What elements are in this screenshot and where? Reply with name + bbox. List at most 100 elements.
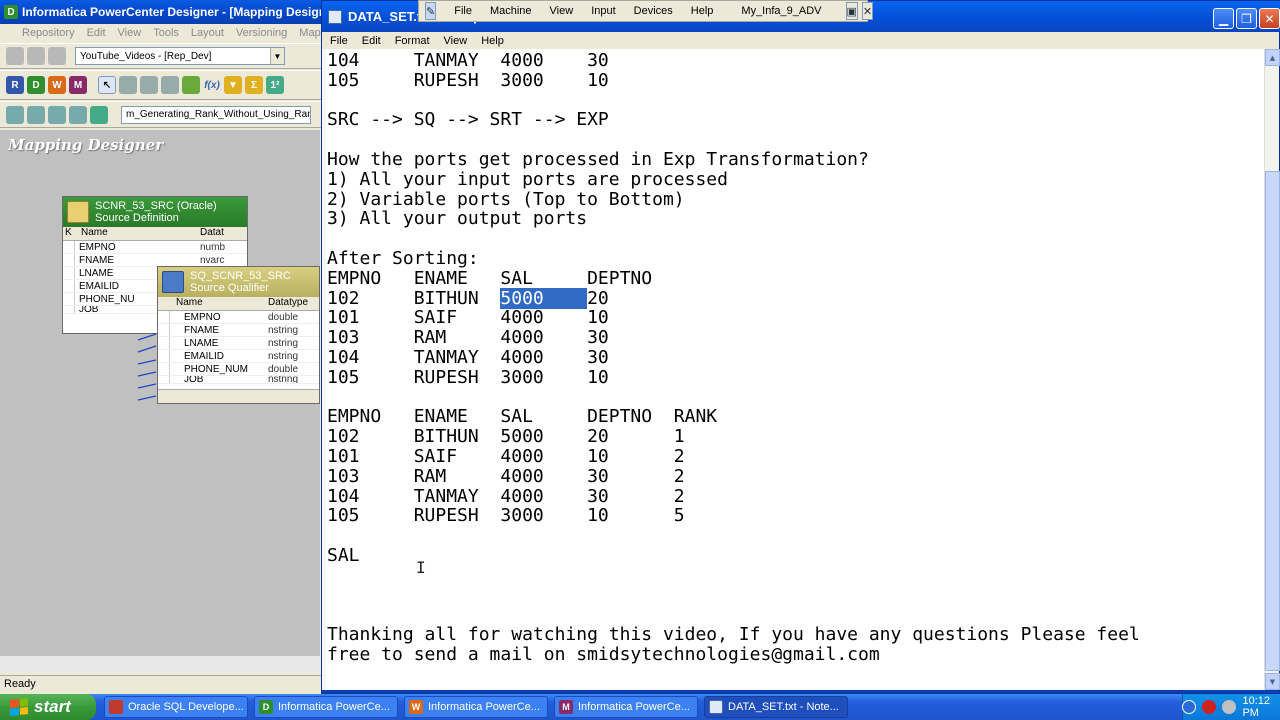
back-arrow-icon[interactable] xyxy=(1182,700,1197,714)
zoom-icon[interactable] xyxy=(69,105,87,124)
source-definition-colheader: K Name Datat xyxy=(63,227,247,241)
disconnect-icon[interactable] xyxy=(27,47,45,65)
chevron-down-icon[interactable]: ▼ xyxy=(270,48,284,64)
close-button[interactable]: ✕ xyxy=(1259,8,1280,29)
table-row[interactable]: JOB nstring xyxy=(158,376,319,384)
pin-icon[interactable]: ✎ xyxy=(425,2,437,20)
notepad-menubar: File Edit Format View Help xyxy=(322,32,1279,49)
sq-horizontal-scrollbar[interactable] xyxy=(158,389,319,403)
vm-close-icon[interactable]: ✕ xyxy=(861,2,874,20)
table-row[interactable]: FNAME nstring xyxy=(158,324,319,337)
menu-view[interactable]: View xyxy=(118,27,142,39)
text-before-selection: 104 TANMAY 4000 30 105 RUPESH 3000 10 SR… xyxy=(327,50,869,309)
task-informatica-monitor[interactable]: M Informatica PowerCe... xyxy=(554,696,698,718)
vm-menu-view[interactable]: View xyxy=(550,5,574,17)
task-oracle-sql-developer[interactable]: Oracle SQL Develope... xyxy=(104,696,248,718)
mapping-combo[interactable]: m_Generating_Rank_Without_Using_Rank xyxy=(121,105,311,124)
vm-menu-devices[interactable]: Devices xyxy=(634,5,673,17)
notepad-content: 104 TANMAY 4000 30 105 RUPESH 3000 10 SR… xyxy=(327,51,1140,665)
connect-icon[interactable] xyxy=(6,47,24,65)
designer-icon: D xyxy=(259,700,273,714)
rank-icon[interactable]: 1² xyxy=(266,76,284,94)
notepad-vertical-scrollbar[interactable]: ▲ ▼ xyxy=(1264,49,1280,690)
copy-icon[interactable] xyxy=(140,76,158,94)
menu-repository[interactable]: Repository xyxy=(22,27,75,39)
task-notepad[interactable]: DATA_SET.txt - Note... xyxy=(704,696,848,718)
col-name: Name xyxy=(81,227,108,238)
arrange-icon[interactable] xyxy=(27,105,45,124)
port-links xyxy=(137,333,157,401)
vm-restore-icon[interactable]: ▣ xyxy=(845,2,858,20)
workspace-horizontal-scrollbar[interactable] xyxy=(0,655,320,672)
col-datatype: Datatype xyxy=(268,297,309,308)
aggregator-icon[interactable]: Σ xyxy=(245,76,263,94)
maximize-button[interactable]: ❐ xyxy=(1236,8,1257,29)
task-informatica-designer[interactable]: D Informatica PowerCe... xyxy=(254,696,398,718)
source-qualifier-subtitle: Source Qualifier xyxy=(190,282,269,294)
volume-icon[interactable] xyxy=(1222,700,1237,714)
vm-menu-machine[interactable]: Machine xyxy=(490,5,532,17)
infa-toolbar-2: R D W M ↖ f(x) ▼ Σ 1² xyxy=(0,70,322,100)
infa-toolbar-1: YouTube_Videos - [Rep_Dev] ▼ xyxy=(0,43,322,69)
menu-layout[interactable]: Layout xyxy=(191,27,224,39)
expression-icon[interactable]: f(x) xyxy=(203,76,221,94)
mapping-workspace[interactable]: Mapping Designer SCNR_53_SRC (Oracle) So… xyxy=(0,130,320,655)
source-definition-header[interactable]: SCNR_53_SRC (Oracle) Source Definition xyxy=(63,197,247,227)
overview-icon[interactable] xyxy=(90,105,108,124)
table-row[interactable]: LNAME nstring xyxy=(158,337,319,350)
notepad-text-area[interactable]: 104 TANMAY 4000 30 105 RUPESH 3000 10 SR… xyxy=(322,49,1264,690)
menu-view[interactable]: View xyxy=(444,35,468,47)
table-row[interactable]: EMPNO numb xyxy=(63,241,247,254)
col-key: K xyxy=(65,227,72,238)
pointer-icon[interactable]: ↖ xyxy=(98,76,116,94)
repository-manager-icon[interactable]: R xyxy=(6,76,24,94)
minimize-button[interactable]: ▁ xyxy=(1213,8,1234,29)
informatica-titlebar[interactable]: D Informatica PowerCenter Designer - [Ma… xyxy=(0,0,322,24)
source-qualifier-icon[interactable] xyxy=(182,76,200,94)
table-row[interactable]: EMPNO double xyxy=(158,311,319,324)
source-qualifier-header[interactable]: SQ_SCNR_53_SRC Source Qualifier xyxy=(158,267,319,297)
workflow-manager-icon[interactable]: W xyxy=(48,76,66,94)
menu-format[interactable]: Format xyxy=(395,35,430,47)
menu-versioning[interactable]: Versioning xyxy=(236,27,287,39)
validate-icon[interactable] xyxy=(48,105,66,124)
workflow-monitor-icon[interactable]: M xyxy=(69,76,87,94)
security-icon[interactable] xyxy=(1202,700,1217,714)
start-label: start xyxy=(34,697,71,716)
scroll-up-icon[interactable]: ▲ xyxy=(1265,49,1280,66)
text-after-selection: 20 101 SAIF 4000 10 103 RAM 4000 30 104 … xyxy=(327,287,1140,665)
menu-mappings[interactable]: Mappings xyxy=(299,27,322,39)
source-qualifier-name: SQ_SCNR_53_SRC xyxy=(190,270,291,282)
task-informatica-workflow[interactable]: W Informatica PowerCe... xyxy=(404,696,548,718)
folder-combo[interactable]: YouTube_Videos - [Rep_Dev] ▼ xyxy=(75,47,285,65)
refresh-icon[interactable] xyxy=(48,47,66,65)
vm-menu-input[interactable]: Input xyxy=(591,5,615,17)
vm-menu-help[interactable]: Help xyxy=(691,5,714,17)
source-table-icon xyxy=(67,201,89,223)
menu-edit[interactable]: Edit xyxy=(87,27,106,39)
vm-menu-file[interactable]: File xyxy=(454,5,472,17)
scroll-down-icon[interactable]: ▼ xyxy=(1265,673,1280,690)
workspace-title: Mapping Designer xyxy=(8,136,164,154)
informatica-menubar: Repository Edit View Tools Layout Versio… xyxy=(0,24,322,42)
monitor-icon: M xyxy=(559,700,573,714)
table-row[interactable]: PHONE_NUM double xyxy=(158,363,319,376)
filter-icon[interactable]: ▼ xyxy=(224,76,242,94)
search-icon[interactable] xyxy=(6,105,24,124)
mapping-combo-value: m_Generating_Rank_Without_Using_Rank xyxy=(126,109,311,120)
table-row[interactable]: EMAILID nstring xyxy=(158,350,319,363)
status-text: Ready xyxy=(4,678,36,690)
notepad-icon xyxy=(709,700,723,714)
menu-edit[interactable]: Edit xyxy=(362,35,381,47)
oracle-sql-icon xyxy=(109,700,123,714)
menu-file[interactable]: File xyxy=(330,35,348,47)
source-qualifier-box[interactable]: SQ_SCNR_53_SRC Source Qualifier Name Dat… xyxy=(157,266,320,404)
start-button[interactable]: start xyxy=(0,694,96,720)
menu-tools[interactable]: Tools xyxy=(153,27,179,39)
table-icon[interactable] xyxy=(161,76,179,94)
text-cursor-icon: I xyxy=(416,558,426,577)
designer-icon[interactable]: D xyxy=(27,76,45,94)
scroll-thumb[interactable] xyxy=(1265,171,1280,671)
link-icon[interactable] xyxy=(119,76,137,94)
menu-help[interactable]: Help xyxy=(481,35,504,47)
